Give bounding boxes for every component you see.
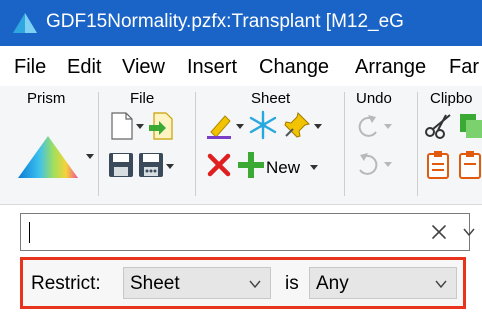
title-bar: GDF15Normality.pzfx:Transplant [M12_eG [0,0,482,46]
restrict-label: Restrict: [31,273,101,294]
pin-dropdown-icon[interactable] [314,124,322,130]
restrict-filter-value: Any [316,273,349,294]
group-label-prism: Prism [27,90,66,107]
redo-icon[interactable] [354,150,382,178]
menu-file[interactable]: File [14,56,46,79]
group-separator [98,92,99,196]
is-label: is [285,273,299,294]
new-file-icon[interactable] [109,112,135,140]
new-sheet-dropdown-icon[interactable] [310,165,318,171]
highlight-dropdown-icon[interactable] [236,124,244,130]
restrict-filter-select[interactable]: Any [309,267,457,299]
chevron-down-icon[interactable] [461,224,477,240]
add-sheet-icon[interactable] [236,150,266,180]
window-title: GDF15Normality.pzfx:Transplant [M12_eG [46,11,404,32]
text-caret [29,222,30,243]
menu-arrange[interactable]: Arrange [355,56,426,79]
chevron-down-icon [249,280,261,289]
delete-sheet-icon[interactable] [206,152,232,178]
menu-bar: File Edit View Insert Change Arrange Far [0,46,482,86]
cut-scissors-icon[interactable] [424,112,454,140]
chevron-down-icon [435,280,447,289]
new-sheet-label[interactable]: New [266,158,300,178]
group-label-undo: Undo [356,90,392,107]
new-file-dropdown-icon[interactable] [136,124,144,130]
copy-icon[interactable] [458,112,482,140]
redo-dropdown-icon[interactable] [384,162,392,168]
pin-icon[interactable] [282,110,312,140]
highlight-pen-icon[interactable] [205,112,235,140]
freeze-snowflake-icon[interactable] [248,110,278,140]
paste-icon[interactable] [426,150,450,180]
menu-edit[interactable]: Edit [67,56,101,79]
prism-logo-icon [13,13,37,33]
ribbon-toolbar: Prism File Sheet Undo Clipbo New [0,86,482,205]
menu-change[interactable]: Change [259,56,329,79]
restrict-scope-value: Sheet [130,273,180,294]
paste-special-icon[interactable] [458,150,482,180]
save-dropdown-icon[interactable] [166,164,174,170]
group-label-file: File [130,90,155,107]
undo-icon[interactable] [354,112,382,140]
restrict-scope-select[interactable]: Sheet [123,267,271,299]
group-label-sheet: Sheet [251,90,291,107]
menu-far[interactable]: Far [449,56,479,79]
save-icon[interactable] [108,152,134,178]
restrict-filter-row: Restrict: Sheet is Any [20,257,466,309]
group-separator [417,92,418,196]
clear-search-icon[interactable] [429,222,449,242]
group-separator [195,92,196,196]
menu-view[interactable]: View [122,56,165,79]
prism-button[interactable] [16,134,96,182]
search-input[interactable] [20,213,475,251]
save-as-icon[interactable] [138,152,164,178]
group-separator [344,92,345,196]
undo-dropdown-icon[interactable] [384,124,392,130]
menu-insert[interactable]: Insert [187,56,237,79]
group-label-clipboard: Clipbo [430,90,473,107]
import-file-icon[interactable] [148,112,174,140]
